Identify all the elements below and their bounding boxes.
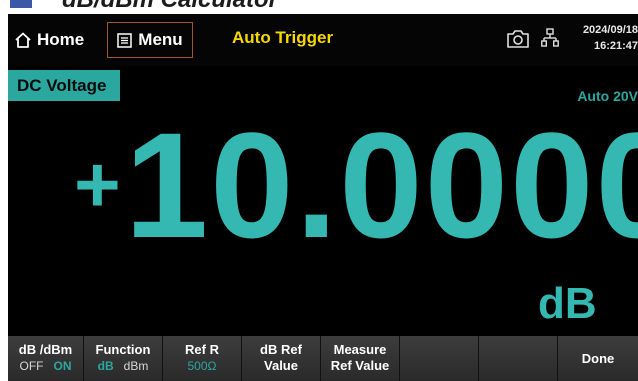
softkey-function[interactable]: Function dB dBm: [84, 336, 163, 381]
softkey-ref-r[interactable]: Ref R 500Ω: [163, 336, 242, 381]
camera-icon[interactable]: [506, 28, 530, 50]
menu-button[interactable]: Menu: [107, 22, 193, 58]
softkey-done[interactable]: Done: [558, 336, 638, 381]
menu-icon: [117, 32, 133, 48]
softkey-bar: dB /dBm OFF ON Function dB dBm Ref R 500…: [8, 336, 638, 381]
function-tab[interactable]: DC Voltage: [8, 70, 120, 101]
softkey-empty-7[interactable]: [479, 336, 558, 381]
function-options: dB dBm: [98, 358, 149, 374]
softkey-label: dB /dBm: [18, 342, 73, 357]
trigger-mode[interactable]: Auto Trigger: [232, 28, 333, 48]
softkey-label-line1: dB Ref: [260, 342, 302, 357]
softkey-label: Ref R: [185, 342, 219, 357]
option-off: OFF: [19, 359, 44, 373]
softkey-measure-ref-value[interactable]: Measure Ref Value: [321, 336, 400, 381]
softkey-label-line2: Value: [264, 358, 298, 373]
softkey-label-line2: Ref Value: [330, 358, 390, 373]
softkey-db-dbm-toggle[interactable]: dB /dBm OFF ON: [8, 336, 84, 381]
menu-label: Menu: [138, 30, 183, 49]
document-heading: dB/dBm Calculator: [0, 0, 638, 14]
ref-r-value: 500Ω: [187, 359, 217, 373]
option-db: dB: [97, 359, 114, 373]
top-bar: Home Menu Auto Trigger 2024/09/18 16:21:…: [8, 14, 638, 66]
softkey-empty-6[interactable]: [400, 336, 479, 381]
toggle-options: OFF ON: [19, 358, 71, 374]
instrument-screen: Home Menu Auto Trigger 2024/09/18 16:21:…: [8, 14, 638, 381]
datetime-display: 2024/09/18 16:21:47: [570, 22, 638, 54]
home-icon: [15, 32, 31, 48]
date-text: 2024/09/18: [582, 24, 638, 36]
time-text: 16:21:47: [593, 40, 638, 52]
reading-unit: dB: [538, 279, 597, 328]
home-button[interactable]: Home: [14, 26, 84, 54]
reading-sign: +: [74, 140, 121, 229]
reading-value: 10.0000: [124, 101, 638, 269]
heading-marker: [10, 0, 32, 8]
home-label: Home: [37, 30, 85, 49]
option-on: ON: [53, 359, 72, 373]
softkey-label: Function: [95, 342, 151, 357]
done-label: Done: [581, 350, 615, 366]
softkey-label-line1: Measure: [333, 342, 387, 357]
heading-text: dB/dBm Calculator: [62, 0, 278, 14]
network-icon: [541, 28, 559, 47]
softkey-db-ref-value[interactable]: dB Ref Value: [242, 336, 321, 381]
option-dbm: dBm: [123, 359, 149, 373]
main-reading: + 10.0000: [74, 110, 638, 260]
